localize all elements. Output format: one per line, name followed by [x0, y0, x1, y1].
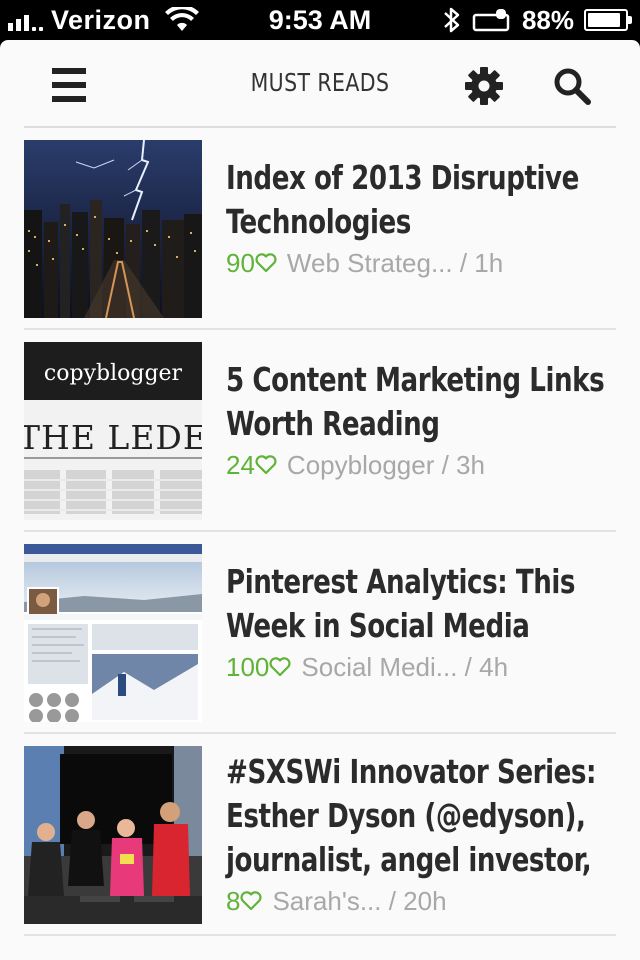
rotation-lock-icon: [472, 9, 510, 32]
article-title[interactable]: Pinterest Analytics: This Week in Social…: [226, 560, 613, 648]
like-count: 8: [226, 886, 241, 916]
article-source: Copyblogger / 3h: [286, 450, 485, 480]
heart-icon[interactable]: [255, 455, 277, 475]
article-item[interactable]: Pinterest Analytics: This Week in Social…: [24, 532, 616, 734]
article-meta: 90 Web Strateg... / 1h: [226, 246, 616, 280]
facebook-profile-image: [24, 544, 202, 722]
article-meta: 100 Social Medi... / 4h: [226, 650, 616, 684]
like-count: 90: [226, 248, 255, 278]
article-source: Sarah's... / 20h: [272, 886, 447, 916]
thumb-brand-text: copyblogger: [44, 361, 183, 386]
battery-icon: [584, 9, 632, 31]
article-item[interactable]: #SXSWi Innovator Series: Esther Dyson (@…: [24, 734, 616, 936]
article-item[interactable]: Index of 2013 Disruptive Technologies 90…: [24, 128, 616, 330]
article-thumbnail[interactable]: copyblogger THE LEDE: [24, 342, 202, 520]
bluetooth-icon: [444, 7, 460, 33]
gear-icon[interactable]: [464, 66, 504, 106]
article-source: Web Strateg... / 1h: [286, 248, 504, 278]
article-feed: Index of 2013 Disruptive Technologies 90…: [24, 128, 616, 936]
search-icon[interactable]: [552, 66, 592, 106]
like-count: 24: [226, 450, 255, 480]
article-thumbnail[interactable]: [24, 140, 202, 318]
article-title[interactable]: 5 Content Marketing Links Worth Reading: [226, 358, 613, 446]
like-count: 100: [226, 652, 270, 682]
heart-icon[interactable]: [240, 891, 262, 911]
battery-percent: 88%: [521, 4, 574, 35]
article-thumbnail[interactable]: [24, 746, 202, 924]
article-source: Social Medi... / 4h: [301, 652, 509, 682]
article-text: Index of 2013 Disruptive Technologies 90…: [226, 156, 616, 280]
heart-icon[interactable]: [255, 253, 277, 273]
article-title[interactable]: Index of 2013 Disruptive Technologies: [226, 156, 613, 244]
article-item[interactable]: copyblogger THE LEDE 5 Content Marketing…: [24, 330, 616, 532]
city-lightning-image: [24, 140, 202, 318]
status-bar: Verizon 9:53 AM 88%: [0, 0, 640, 40]
article-thumbnail[interactable]: [24, 544, 202, 722]
heart-icon[interactable]: [269, 657, 291, 677]
article-text: 5 Content Marketing Links Worth Reading …: [226, 358, 616, 482]
article-title[interactable]: #SXSWi Innovator Series: Esther Dyson (@…: [226, 750, 613, 882]
article-text: #SXSWi Innovator Series: Esther Dyson (@…: [226, 750, 616, 918]
article-meta: 8 Sarah's... / 20h: [226, 884, 616, 918]
app-screen: MUST READS Index of 2013 Disruptive Tech…: [0, 40, 640, 960]
nav-bar: MUST READS: [0, 40, 640, 128]
copyblogger-lede-image: copyblogger THE LEDE: [24, 342, 202, 520]
thumb-masthead-text: THE LEDE: [24, 418, 202, 457]
status-right: 88%: [442, 4, 632, 36]
article-meta: 24 Copyblogger / 3h: [226, 448, 616, 482]
article-text: Pinterest Analytics: This Week in Social…: [226, 560, 616, 684]
sxsw-people-image: [24, 746, 202, 924]
